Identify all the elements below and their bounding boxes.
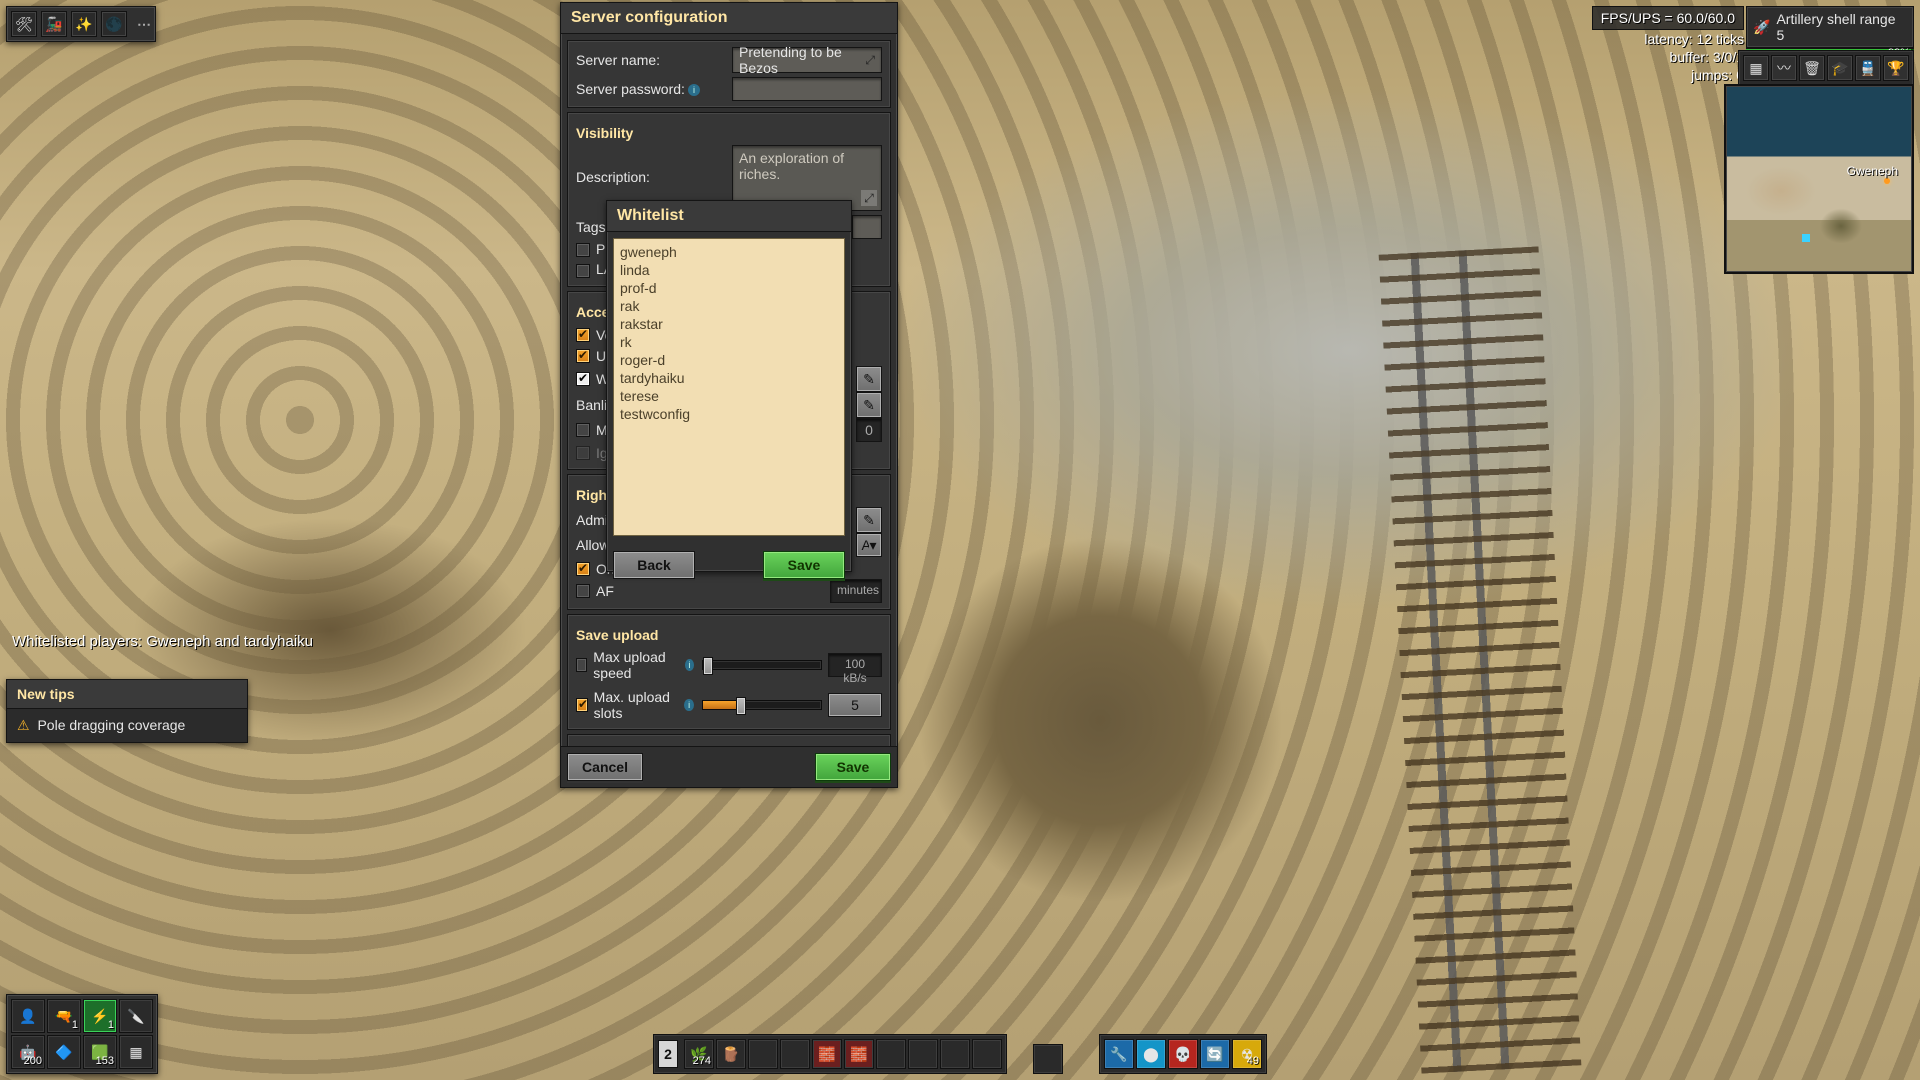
hotbar-slot[interactable]: 🌿274 <box>684 1039 714 1069</box>
tip-label: Pole dragging coverage <box>37 717 185 733</box>
menu-trash-icon[interactable]: 🗑 <box>1799 55 1825 81</box>
max-upload-slots-checkbox[interactable]: Max. upload slots <box>576 687 694 723</box>
expand-icon[interactable]: ⤢ <box>861 190 877 206</box>
upload-slots-value[interactable]: 5 <box>828 693 882 717</box>
hotbar-slot[interactable] <box>972 1039 1002 1069</box>
shortcut-1[interactable]: 🛠 <box>11 11 37 37</box>
hotbar-slot[interactable]: 🧱 <box>844 1039 874 1069</box>
whitelist-save-button[interactable]: Save <box>763 551 845 579</box>
upload-speed-slider[interactable] <box>702 660 822 670</box>
upload-slots-slider[interactable] <box>702 700 822 710</box>
alert-icon[interactable]: 🔄 <box>1200 1039 1230 1069</box>
cancel-button[interactable]: Cancel <box>567 753 643 781</box>
edit-whitelist-button[interactable]: ✎ <box>856 366 882 392</box>
hud-bottom: 2 🌿274 🪵 🧱 🧱 🔧 ⬤ 💀 🔄 ☢49 <box>653 1034 1267 1074</box>
equip-slot-selected[interactable]: ⚡1 <box>83 999 117 1033</box>
save-upload-heading: Save upload <box>576 621 882 647</box>
game-world <box>0 0 1920 1080</box>
server-config-title: Server configuration <box>561 3 897 34</box>
save-button[interactable]: Save <box>815 753 891 781</box>
upload-speed-value: 100 kB/s <box>828 653 882 677</box>
edit-admins-button[interactable]: ✎ <box>856 507 882 533</box>
hand-slot[interactable] <box>1033 1044 1063 1074</box>
hotbar-slot[interactable] <box>876 1039 906 1069</box>
hotbar-slot[interactable] <box>940 1039 970 1069</box>
allow-commands-select[interactable]: Admins only ▾ <box>856 533 882 557</box>
equip-slot[interactable]: ▦ <box>119 1035 153 1069</box>
minimap-tag: Gweneph <box>1847 164 1898 178</box>
info-icon <box>685 659 694 671</box>
tips-panel: New tips ⚠ Pole dragging coverage <box>6 679 248 743</box>
info-icon <box>684 699 694 711</box>
shortcut-more[interactable]: ⋯ <box>137 16 151 33</box>
whitelist-back-button[interactable]: Back <box>613 551 695 579</box>
jumps-line: jumps: 0 <box>1592 66 1744 84</box>
tips-title: New tips <box>7 680 247 709</box>
equipment-panel: 👤 🔫1 ⚡1 🔪 🤖200 🔷 🟩153 ▦ <box>6 994 158 1074</box>
hotbar-slot[interactable] <box>780 1039 810 1069</box>
max-players-input[interactable]: 0 <box>856 418 882 442</box>
tip-item[interactable]: ⚠ Pole dragging coverage <box>17 717 237 734</box>
server-password-input[interactable] <box>732 77 882 101</box>
banlist-label: Banlist: <box>576 397 606 413</box>
latency-line: latency: 12 ticks <box>1592 30 1744 48</box>
equip-slot[interactable]: 🤖200 <box>11 1035 45 1069</box>
equip-slot[interactable]: 🔷 <box>47 1035 81 1069</box>
hotbar-slot[interactable] <box>748 1039 778 1069</box>
equip-slot[interactable]: 🟩153 <box>83 1035 117 1069</box>
description-label: Description: <box>576 145 650 185</box>
menu-tutorial-icon[interactable]: 🎓 <box>1827 55 1853 81</box>
max-upload-speed-checkbox[interactable]: Max upload speed <box>576 647 694 683</box>
tags-label: Tags: <box>576 219 609 235</box>
hotbar-slot[interactable] <box>908 1039 938 1069</box>
server-name-input[interactable]: Pretending to be Bezos ⤢ <box>732 47 882 73</box>
server-password-label: Server password: <box>576 81 700 97</box>
buffer-line: buffer: 3/0/1 <box>1592 48 1744 66</box>
fps-line: FPS/UPS = 60.0/60.0 <box>1592 6 1744 30</box>
menu-icons: ▦ 〰 🗑 🎓 🚆 🏆 <box>1738 50 1914 86</box>
tags-input[interactable] <box>852 215 882 239</box>
minimap[interactable]: Gweneph <box>1724 84 1914 274</box>
shortcut-3[interactable]: ✨ <box>71 11 97 37</box>
menu-achievements-icon[interactable]: 🏆 <box>1883 55 1909 81</box>
visibility-heading: Visibility <box>576 119 882 145</box>
hotbar: 2 🌿274 🪵 🧱 🧱 <box>653 1034 1007 1074</box>
server-name-value: Pretending to be Bezos <box>739 44 865 76</box>
server-name-label: Server name: <box>576 52 660 68</box>
alert-icon[interactable]: ☢49 <box>1232 1039 1262 1069</box>
research-name: Artillery shell range 5 <box>1776 11 1907 43</box>
perf-stats: FPS/UPS = 60.0/60.0 latency: 12 ticks bu… <box>1592 6 1744 84</box>
whitelist-dialog: Whitelist Back Save <box>606 200 852 572</box>
warning-icon: ⚠ <box>17 717 30 733</box>
minimap-marker <box>1802 234 1810 242</box>
equip-slot[interactable]: 🔪 <box>119 999 153 1033</box>
alert-icon[interactable]: ⬤ <box>1136 1039 1166 1069</box>
research-icon: 🚀 <box>1753 19 1770 36</box>
menu-stats-icon[interactable]: 〰 <box>1771 55 1797 81</box>
hotbar-slot[interactable]: 🧱 <box>812 1039 842 1069</box>
menu-trains-icon[interactable]: 🚆 <box>1855 55 1881 81</box>
alert-icon[interactable]: 🔧 <box>1104 1039 1134 1069</box>
top-shortcut-bar: 🛠 🚂 ✨ 🌑 ⋯ <box>6 6 156 42</box>
hotbar-slot[interactable]: 🪵 <box>716 1039 746 1069</box>
equip-slot[interactable]: 🔫1 <box>47 999 81 1033</box>
alert-icon[interactable]: 💀 <box>1168 1039 1198 1069</box>
minimap-player-dot <box>1884 178 1890 184</box>
edit-banlist-button[interactable]: ✎ <box>856 392 882 418</box>
whitelist-title: Whitelist <box>607 201 851 232</box>
whitelist-textarea[interactable] <box>613 238 845 536</box>
hotbar-page[interactable]: 2 <box>658 1040 678 1068</box>
shortcut-2[interactable]: 🚂 <box>41 11 67 37</box>
equip-slot[interactable]: 👤 <box>11 999 45 1033</box>
shortcut-4[interactable]: 🌑 <box>101 11 127 37</box>
menu-production-icon[interactable]: ▦ <box>1743 55 1769 81</box>
chat-line: Whitelisted players: Gweneph and tardyha… <box>12 633 313 650</box>
info-icon <box>688 84 700 96</box>
alerts: 🔧 ⬤ 💀 🔄 ☢49 <box>1099 1034 1267 1074</box>
expand-icon[interactable]: ⤢ <box>865 53 875 68</box>
